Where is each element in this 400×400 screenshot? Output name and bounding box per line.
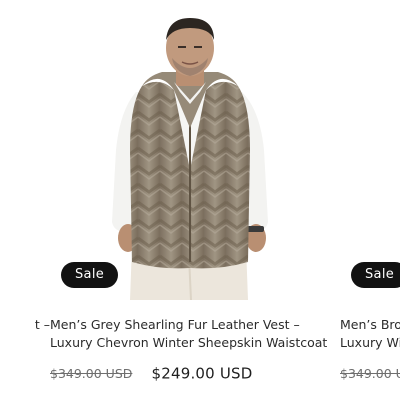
product-title-line-1: Men’s Grey Shearling Fur Leather Vest – (50, 317, 300, 332)
product-card-next[interactable]: Sale Men’s Bro Luxury Wi $349.00 U (340, 0, 400, 400)
product-title[interactable]: t – (0, 316, 50, 334)
original-price: $349.00 USD (50, 366, 133, 381)
man-in-grey-fur-vest-photo (112, 18, 268, 300)
product-image[interactable]: Sale (50, 0, 340, 300)
product-carousel: t – Sale Men’s Grey Shearling Fur Leathe… (0, 0, 400, 400)
product-title-line-2: Luxury Wi (340, 335, 400, 350)
sale-price: $249.00 USD (151, 364, 253, 383)
product-title-line-1: Men’s Bro (340, 317, 400, 332)
product-title[interactable]: Men’s Grey Shearling Fur Leather Vest – … (50, 316, 340, 352)
sale-badge: Sale (351, 262, 400, 288)
product-price: $349.00 U (340, 363, 400, 385)
original-price: $349.00 U (340, 366, 400, 381)
product-title[interactable]: Men’s Bro Luxury Wi (340, 316, 400, 352)
product-price: $349.00 USD $249.00 USD (50, 363, 253, 385)
product-title-line-1: t – (34, 317, 50, 332)
product-card-previous[interactable]: t – (0, 0, 50, 400)
product-title-line-2: Luxury Chevron Winter Sheepskin Waistcoa… (50, 335, 328, 350)
product-card[interactable]: Sale Men’s Grey Shearling Fur Leather Ve… (50, 0, 340, 400)
product-image[interactable]: Sale (340, 0, 400, 300)
sale-badge: Sale (61, 262, 119, 288)
